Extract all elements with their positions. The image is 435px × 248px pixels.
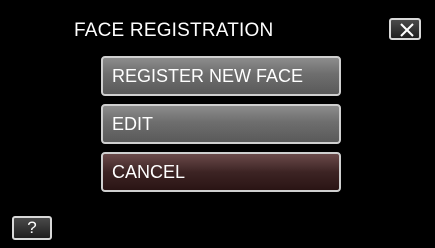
help-button[interactable]: ? [12,216,52,240]
edit-button[interactable]: EDIT [101,104,341,144]
close-icon [400,23,414,37]
cancel-button[interactable]: CANCEL [101,152,341,192]
register-new-face-button[interactable]: REGISTER NEW FACE [101,56,341,96]
close-button[interactable] [389,18,421,40]
screen-title: FACE REGISTRATION [74,20,274,41]
